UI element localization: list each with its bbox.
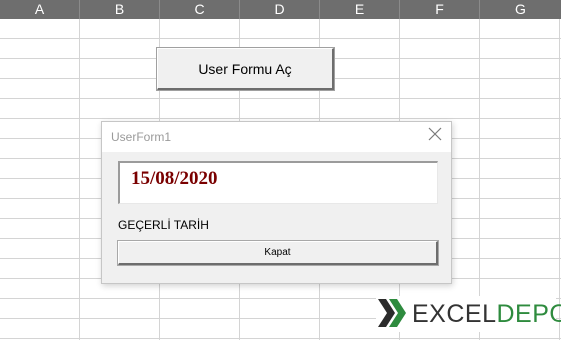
column-header-d[interactable]: D	[240, 0, 320, 19]
close-icon[interactable]	[428, 127, 442, 145]
column-header-f[interactable]: F	[400, 0, 480, 19]
column-header-a[interactable]: A	[0, 0, 80, 19]
close-button-label: Kapat	[264, 247, 291, 258]
date-value: 15/08/2020	[131, 168, 218, 189]
column-header-g[interactable]: G	[480, 0, 561, 19]
exceldepo-logo: EXCELDEPO	[376, 296, 561, 332]
dialog-titlebar[interactable]: UserForm1	[102, 122, 451, 152]
dialog-title: UserForm1	[111, 130, 172, 144]
close-icon-glyph	[428, 127, 442, 141]
column-header-bar: A B C D E F G	[0, 0, 561, 19]
logo-text-excel: EXCEL	[412, 300, 497, 328]
close-button[interactable]: Kapat	[117, 240, 439, 266]
grid-row-line	[0, 118, 561, 119]
grid-column-line	[559, 19, 560, 340]
column-header-c[interactable]: C	[160, 0, 240, 19]
current-date-label: GEÇERLİ TARİH	[118, 218, 209, 232]
date-textbox[interactable]: 15/08/2020	[118, 161, 438, 204]
grid-column-line	[479, 19, 480, 340]
column-header-e[interactable]: E	[320, 0, 400, 19]
open-userform-button-label: User Formu Aç	[198, 60, 292, 77]
logo-wordmark: EXCELDEPO	[412, 300, 561, 329]
grid-row-line	[0, 338, 561, 339]
open-userform-button[interactable]: User Formu Aç	[156, 47, 335, 91]
grid-row-line	[0, 38, 561, 39]
grid-column-line	[79, 19, 80, 340]
logo-x-mark	[378, 299, 406, 327]
grid-row-line	[0, 98, 561, 99]
column-header-b[interactable]: B	[80, 0, 160, 19]
userform-dialog: UserForm1 15/08/2020 GEÇERLİ TARİH Kapat	[101, 121, 452, 284]
logo-text-depo: DEPO	[496, 300, 561, 328]
